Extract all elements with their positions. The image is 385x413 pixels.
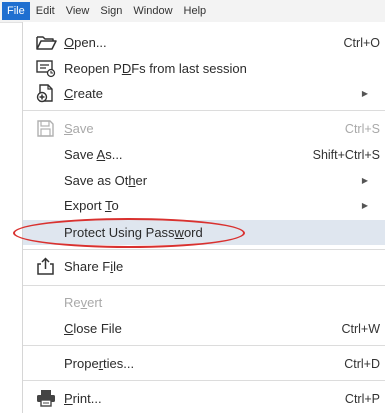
folder-open-icon (36, 36, 57, 50)
menu-item-label: Save (64, 121, 94, 136)
menu-sign[interactable]: Sign (95, 2, 127, 20)
menu-separator (23, 285, 385, 286)
menu-edit[interactable]: Edit (31, 2, 60, 20)
shortcut-label: Ctrl+O (343, 35, 380, 50)
menu-item-label: Save as Other (64, 173, 148, 188)
shortcut-label: Shift+Ctrl+S (312, 147, 380, 162)
menu-item-label: Create (64, 86, 104, 101)
menu-item-create[interactable]: Create ▶ (23, 81, 385, 106)
menu-item-label: Properties... (64, 356, 135, 371)
menu-help[interactable]: Help (179, 2, 212, 20)
printer-icon (37, 390, 55, 407)
menu-item-save-as-other[interactable]: Save as Other ▶ (23, 168, 385, 193)
menu-item-label: Open... (64, 35, 107, 50)
submenu-arrow-icon: ▶ (361, 201, 368, 210)
menu-separator (23, 249, 385, 250)
menu-window[interactable]: Window (128, 2, 177, 20)
shortcut-label: Ctrl+S (344, 121, 380, 136)
menu-item-export-to[interactable]: Export To ▶ (23, 193, 385, 218)
create-pdf-icon (36, 84, 53, 103)
menu-item-label: Export To (64, 198, 119, 213)
menu-bar: File Edit View Sign Window Help (0, 0, 385, 23)
menu-item-label: Share File (64, 259, 124, 274)
menu-item-save-as[interactable]: Save As... Shift+Ctrl+S (23, 142, 385, 167)
submenu-arrow-icon: ▶ (361, 176, 368, 185)
menu-item-label: Reopen PDFs from last session (64, 61, 247, 76)
menu-file[interactable]: File (2, 2, 30, 20)
menu-item-print[interactable]: Print... Ctrl+P (23, 386, 385, 411)
menu-item-protect-using-password[interactable]: Protect Using Password (23, 220, 385, 245)
menu-separator (23, 110, 385, 111)
menu-item-share-file[interactable]: Share File (23, 254, 385, 279)
submenu-arrow-icon: ▶ (361, 89, 368, 98)
menu-item-label: Print... (64, 391, 102, 406)
shortcut-label: Ctrl+W (341, 321, 380, 336)
menu-separator (23, 345, 385, 346)
menu-item-open[interactable]: Open... Ctrl+O (23, 30, 385, 55)
menu-separator (23, 380, 385, 381)
menu-item-label: Protect Using Password (64, 225, 203, 240)
file-menu-dropdown: Open... Ctrl+O Reopen PDFs from last ses… (22, 22, 385, 413)
shortcut-label: Ctrl+P (344, 391, 380, 406)
save-icon (37, 120, 54, 137)
menu-item-label: Close File (64, 321, 122, 336)
menu-item-label: Save As... (64, 147, 123, 162)
menu-item-revert[interactable]: Revert (23, 290, 385, 315)
share-icon (37, 257, 54, 275)
menu-item-properties[interactable]: Properties... Ctrl+D (23, 351, 385, 376)
menu-item-label: Revert (64, 295, 103, 310)
menu-item-reopen-pdfs[interactable]: Reopen PDFs from last session (23, 56, 385, 81)
menu-item-save[interactable]: Save Ctrl+S (23, 116, 385, 141)
reopen-pdfs-icon (36, 60, 56, 78)
menu-view[interactable]: View (61, 2, 95, 20)
shortcut-label: Ctrl+D (344, 356, 380, 371)
menu-item-close-file[interactable]: Close File Ctrl+W (23, 316, 385, 341)
